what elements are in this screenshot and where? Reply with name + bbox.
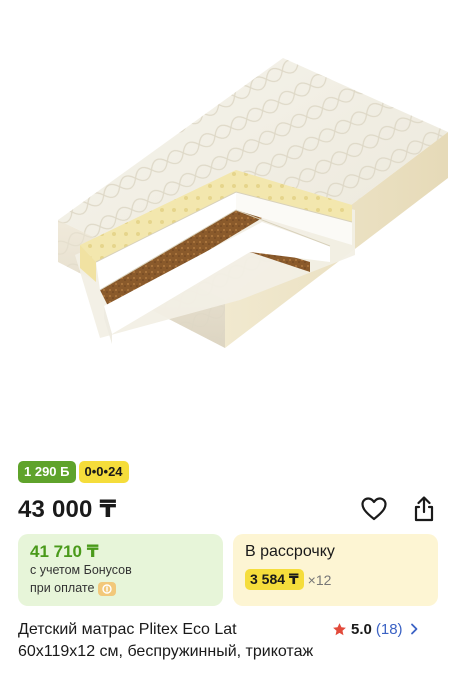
installment-monthly: 3 584 ₸ [245, 569, 304, 590]
star-icon [333, 622, 346, 635]
share-button[interactable] [410, 495, 438, 523]
coin-icon [98, 581, 117, 596]
payment-options: 41 710 ₸ с учетом Бонусов при оплате В р… [18, 534, 438, 606]
bonus-price-card[interactable]: 41 710 ₸ с учетом Бонусов при оплате [18, 534, 223, 606]
rating-count: (18) [375, 620, 403, 638]
chevron-right-icon [410, 623, 417, 635]
bonus-note-text: при оплате [30, 581, 95, 595]
bonus-badge: 1 290 Б [18, 461, 76, 483]
installment-card[interactable]: В рассрочку 3 584 ₸ ×12 [233, 534, 438, 606]
favorite-button[interactable] [360, 495, 388, 523]
rating-link[interactable]: 5.0 (18) [332, 619, 421, 639]
installment-title: В рассрочку [245, 543, 335, 560]
installment-multiplier: ×12 [307, 571, 332, 588]
product-actions [360, 495, 438, 523]
product-price: 43 000 ₸ [18, 495, 117, 523]
price-row: 43 000 ₸ [18, 492, 438, 526]
product-title: Детский матрас Plitex Eco Lat 60x119x12 … [18, 621, 314, 660]
bonus-note-line2: при оплате [30, 580, 117, 597]
installment-row: 3 584 ₸ ×12 [245, 569, 426, 590]
promo-badges: 1 290 Б 0•0•24 [18, 461, 129, 483]
bonus-note-line1: с учетом Бонусов [30, 563, 132, 577]
share-icon [414, 496, 434, 522]
bonus-price: 41 710 ₸ [30, 542, 99, 561]
rating-value: 5.0 [351, 620, 372, 638]
product-image[interactable] [0, 0, 456, 448]
installment-badge: 0•0•24 [78, 461, 129, 483]
heart-icon [361, 497, 387, 521]
mattress-illustration [58, 58, 448, 348]
